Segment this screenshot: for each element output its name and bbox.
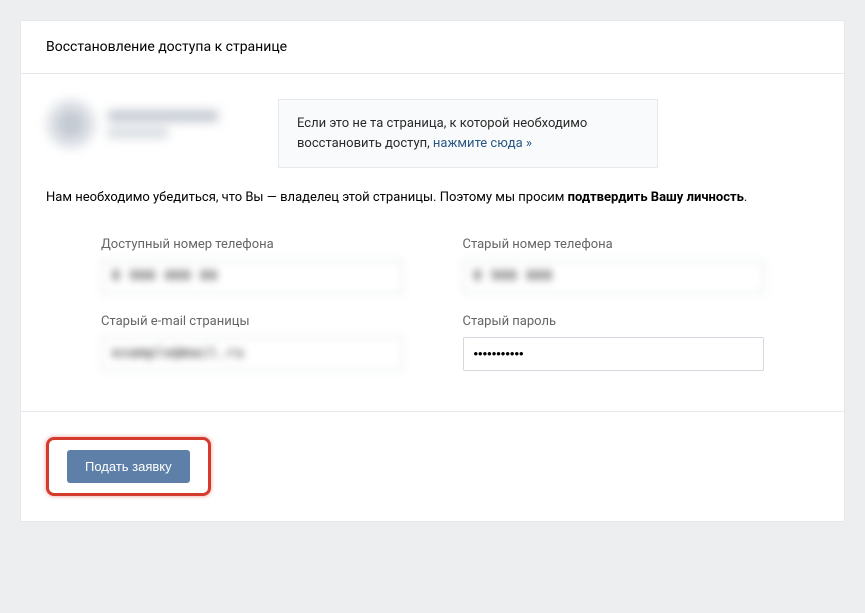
old-email-label: Старый e-mail страницы (101, 314, 403, 329)
user-name-placeholder (108, 110, 218, 122)
restore-panel: Восстановление доступа к странице Если э… (20, 20, 845, 522)
top-row: Если это не та страница, к которой необх… (46, 99, 819, 168)
instruction-bold: подтвердить Вашу личность (568, 190, 744, 205)
instruction-text: Нам необходимо убедиться, что Вы — владе… (46, 188, 819, 209)
user-name-block (108, 110, 218, 138)
old-phone-label: Старый номер телефона (463, 237, 765, 252)
old-email-group: Старый e-mail страницы (101, 314, 403, 371)
panel-footer: Подать заявку (21, 411, 844, 521)
instruction-suffix: . (744, 190, 747, 205)
fields-grid: Доступный номер телефона Старый номер те… (46, 237, 819, 371)
user-sub-placeholder (108, 128, 168, 138)
old-phone-input[interactable] (463, 260, 765, 294)
available-phone-input[interactable] (101, 260, 403, 294)
avatar (46, 99, 96, 149)
old-password-input[interactable] (463, 337, 765, 371)
old-password-group: Старый пароль (463, 314, 765, 371)
panel-header: Восстановление доступа к странице (21, 21, 844, 74)
user-block (46, 99, 218, 149)
wrong-page-infobox: Если это не та страница, к которой необх… (278, 99, 658, 168)
click-here-link[interactable]: нажмите сюда » (433, 136, 532, 151)
submit-button[interactable]: Подать заявку (67, 450, 190, 483)
page-title: Восстановление доступа к странице (46, 39, 819, 55)
submit-highlight-box: Подать заявку (46, 437, 211, 496)
panel-body: Если это не та страница, к которой необх… (21, 74, 844, 371)
old-phone-group: Старый номер телефона (463, 237, 765, 294)
old-email-input[interactable] (101, 337, 403, 371)
avatar-placeholder-icon (57, 110, 85, 138)
instruction-prefix: Нам необходимо убедиться, что Вы — владе… (46, 190, 568, 205)
available-phone-label: Доступный номер телефона (101, 237, 403, 252)
available-phone-group: Доступный номер телефона (101, 237, 403, 294)
old-password-label: Старый пароль (463, 314, 765, 329)
